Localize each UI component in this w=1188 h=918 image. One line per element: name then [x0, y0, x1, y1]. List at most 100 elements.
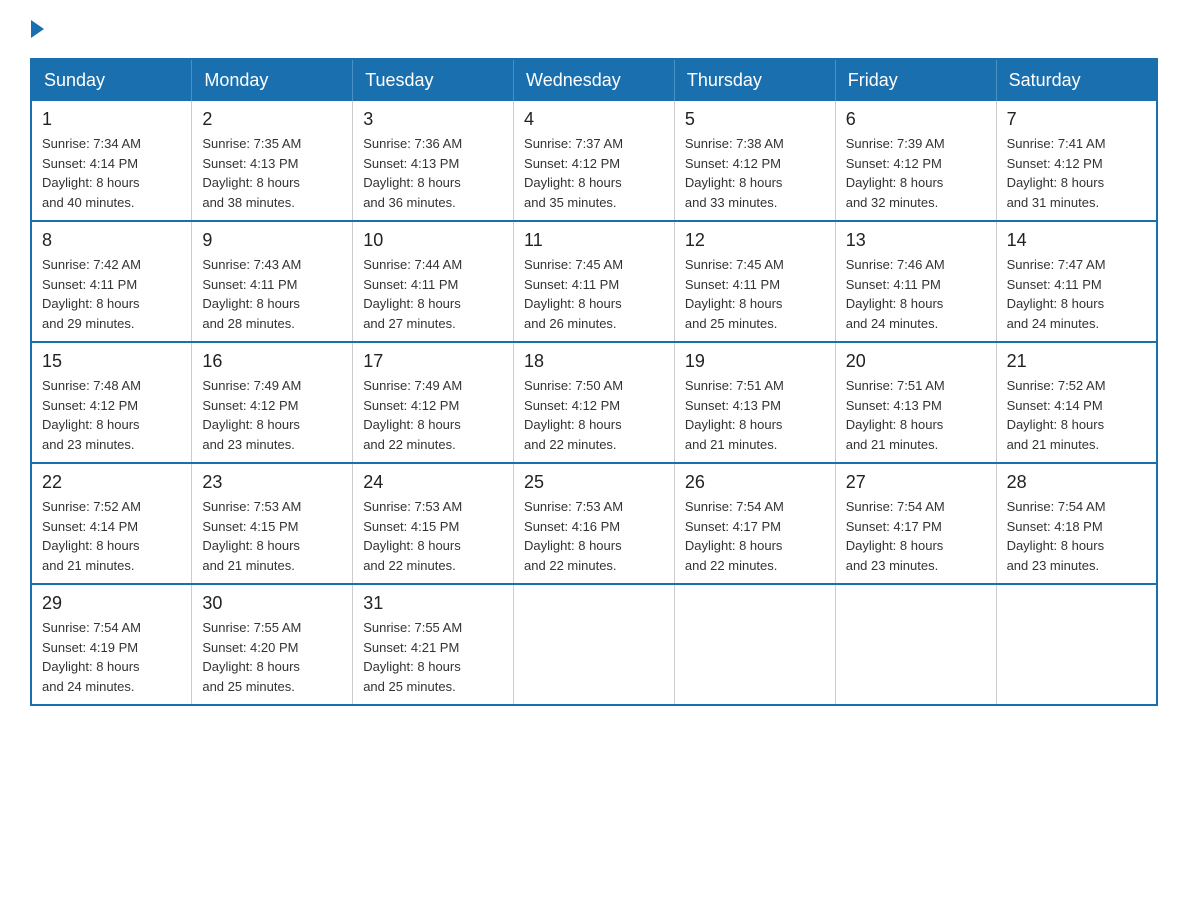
calendar-day-cell: 15 Sunrise: 7:48 AM Sunset: 4:12 PM Dayl…: [31, 342, 192, 463]
daylight-label: Daylight: 8 hours: [363, 538, 461, 553]
calendar-week-row: 29 Sunrise: 7:54 AM Sunset: 4:19 PM Dayl…: [31, 584, 1157, 705]
day-number: 30: [202, 593, 342, 614]
calendar-week-row: 22 Sunrise: 7:52 AM Sunset: 4:14 PM Dayl…: [31, 463, 1157, 584]
daylight-minutes: and 25 minutes.: [685, 316, 778, 331]
day-info: Sunrise: 7:54 AM Sunset: 4:19 PM Dayligh…: [42, 618, 181, 696]
calendar-day-cell: [835, 584, 996, 705]
daylight-minutes: and 22 minutes.: [363, 437, 456, 452]
sunrise-label: Sunrise: 7:38 AM: [685, 136, 784, 151]
daylight-minutes: and 27 minutes.: [363, 316, 456, 331]
calendar-day-cell: 17 Sunrise: 7:49 AM Sunset: 4:12 PM Dayl…: [353, 342, 514, 463]
day-info: Sunrise: 7:50 AM Sunset: 4:12 PM Dayligh…: [524, 376, 664, 454]
sunset-label: Sunset: 4:13 PM: [685, 398, 781, 413]
calendar-day-cell: 27 Sunrise: 7:54 AM Sunset: 4:17 PM Dayl…: [835, 463, 996, 584]
sunset-label: Sunset: 4:11 PM: [846, 277, 941, 292]
calendar-day-cell: 26 Sunrise: 7:54 AM Sunset: 4:17 PM Dayl…: [674, 463, 835, 584]
calendar-header: SundayMondayTuesdayWednesdayThursdayFrid…: [31, 59, 1157, 101]
daylight-label: Daylight: 8 hours: [42, 296, 140, 311]
sunset-label: Sunset: 4:15 PM: [363, 519, 459, 534]
calendar-day-cell: 25 Sunrise: 7:53 AM Sunset: 4:16 PM Dayl…: [514, 463, 675, 584]
sunrise-label: Sunrise: 7:53 AM: [202, 499, 301, 514]
day-info: Sunrise: 7:53 AM Sunset: 4:15 PM Dayligh…: [202, 497, 342, 575]
day-number: 19: [685, 351, 825, 372]
day-info: Sunrise: 7:39 AM Sunset: 4:12 PM Dayligh…: [846, 134, 986, 212]
day-number: 8: [42, 230, 181, 251]
day-info: Sunrise: 7:49 AM Sunset: 4:12 PM Dayligh…: [363, 376, 503, 454]
daylight-minutes: and 25 minutes.: [363, 679, 456, 694]
sunset-label: Sunset: 4:12 PM: [846, 156, 942, 171]
weekday-header-row: SundayMondayTuesdayWednesdayThursdayFrid…: [31, 59, 1157, 101]
daylight-label: Daylight: 8 hours: [1007, 538, 1105, 553]
sunrise-label: Sunrise: 7:41 AM: [1007, 136, 1106, 151]
sunrise-label: Sunrise: 7:52 AM: [42, 499, 141, 514]
day-number: 21: [1007, 351, 1146, 372]
sunset-label: Sunset: 4:13 PM: [363, 156, 459, 171]
day-info: Sunrise: 7:45 AM Sunset: 4:11 PM Dayligh…: [685, 255, 825, 333]
day-info: Sunrise: 7:42 AM Sunset: 4:11 PM Dayligh…: [42, 255, 181, 333]
sunrise-label: Sunrise: 7:51 AM: [685, 378, 784, 393]
daylight-minutes: and 23 minutes.: [42, 437, 135, 452]
daylight-label: Daylight: 8 hours: [42, 417, 140, 432]
calendar-day-cell: [514, 584, 675, 705]
daylight-minutes: and 25 minutes.: [202, 679, 295, 694]
daylight-label: Daylight: 8 hours: [202, 175, 300, 190]
daylight-minutes: and 36 minutes.: [363, 195, 456, 210]
calendar-day-cell: 6 Sunrise: 7:39 AM Sunset: 4:12 PM Dayli…: [835, 101, 996, 221]
sunset-label: Sunset: 4:12 PM: [363, 398, 459, 413]
calendar-day-cell: 4 Sunrise: 7:37 AM Sunset: 4:12 PM Dayli…: [514, 101, 675, 221]
calendar-day-cell: 11 Sunrise: 7:45 AM Sunset: 4:11 PM Dayl…: [514, 221, 675, 342]
day-number: 13: [846, 230, 986, 251]
day-number: 14: [1007, 230, 1146, 251]
calendar-day-cell: 9 Sunrise: 7:43 AM Sunset: 4:11 PM Dayli…: [192, 221, 353, 342]
sunset-label: Sunset: 4:12 PM: [524, 156, 620, 171]
sunset-label: Sunset: 4:11 PM: [42, 277, 137, 292]
daylight-label: Daylight: 8 hours: [202, 417, 300, 432]
sunset-label: Sunset: 4:19 PM: [42, 640, 138, 655]
day-info: Sunrise: 7:46 AM Sunset: 4:11 PM Dayligh…: [846, 255, 986, 333]
day-info: Sunrise: 7:53 AM Sunset: 4:15 PM Dayligh…: [363, 497, 503, 575]
sunset-label: Sunset: 4:12 PM: [202, 398, 298, 413]
day-number: 31: [363, 593, 503, 614]
day-info: Sunrise: 7:55 AM Sunset: 4:20 PM Dayligh…: [202, 618, 342, 696]
daylight-label: Daylight: 8 hours: [846, 175, 944, 190]
day-info: Sunrise: 7:49 AM Sunset: 4:12 PM Dayligh…: [202, 376, 342, 454]
day-number: 6: [846, 109, 986, 130]
daylight-label: Daylight: 8 hours: [685, 296, 783, 311]
calendar-day-cell: [996, 584, 1157, 705]
day-info: Sunrise: 7:52 AM Sunset: 4:14 PM Dayligh…: [1007, 376, 1146, 454]
sunset-label: Sunset: 4:12 PM: [1007, 156, 1103, 171]
calendar-day-cell: 21 Sunrise: 7:52 AM Sunset: 4:14 PM Dayl…: [996, 342, 1157, 463]
daylight-label: Daylight: 8 hours: [685, 417, 783, 432]
sunset-label: Sunset: 4:11 PM: [202, 277, 297, 292]
daylight-minutes: and 26 minutes.: [524, 316, 617, 331]
day-info: Sunrise: 7:48 AM Sunset: 4:12 PM Dayligh…: [42, 376, 181, 454]
logo: [30, 20, 44, 38]
day-number: 9: [202, 230, 342, 251]
daylight-label: Daylight: 8 hours: [42, 659, 140, 674]
daylight-label: Daylight: 8 hours: [363, 175, 461, 190]
calendar-day-cell: 31 Sunrise: 7:55 AM Sunset: 4:21 PM Dayl…: [353, 584, 514, 705]
daylight-minutes: and 33 minutes.: [685, 195, 778, 210]
daylight-label: Daylight: 8 hours: [685, 538, 783, 553]
daylight-minutes: and 28 minutes.: [202, 316, 295, 331]
calendar-table: SundayMondayTuesdayWednesdayThursdayFrid…: [30, 58, 1158, 706]
day-number: 16: [202, 351, 342, 372]
day-number: 25: [524, 472, 664, 493]
calendar-day-cell: 14 Sunrise: 7:47 AM Sunset: 4:11 PM Dayl…: [996, 221, 1157, 342]
calendar-body: 1 Sunrise: 7:34 AM Sunset: 4:14 PM Dayli…: [31, 101, 1157, 705]
sunrise-label: Sunrise: 7:45 AM: [524, 257, 623, 272]
daylight-minutes: and 24 minutes.: [846, 316, 939, 331]
sunrise-label: Sunrise: 7:46 AM: [846, 257, 945, 272]
daylight-label: Daylight: 8 hours: [846, 538, 944, 553]
day-info: Sunrise: 7:34 AM Sunset: 4:14 PM Dayligh…: [42, 134, 181, 212]
calendar-day-cell: 7 Sunrise: 7:41 AM Sunset: 4:12 PM Dayli…: [996, 101, 1157, 221]
daylight-label: Daylight: 8 hours: [42, 175, 140, 190]
sunset-label: Sunset: 4:20 PM: [202, 640, 298, 655]
day-info: Sunrise: 7:36 AM Sunset: 4:13 PM Dayligh…: [363, 134, 503, 212]
sunset-label: Sunset: 4:12 PM: [524, 398, 620, 413]
day-info: Sunrise: 7:38 AM Sunset: 4:12 PM Dayligh…: [685, 134, 825, 212]
day-info: Sunrise: 7:45 AM Sunset: 4:11 PM Dayligh…: [524, 255, 664, 333]
day-info: Sunrise: 7:54 AM Sunset: 4:17 PM Dayligh…: [846, 497, 986, 575]
day-number: 2: [202, 109, 342, 130]
calendar-day-cell: 13 Sunrise: 7:46 AM Sunset: 4:11 PM Dayl…: [835, 221, 996, 342]
